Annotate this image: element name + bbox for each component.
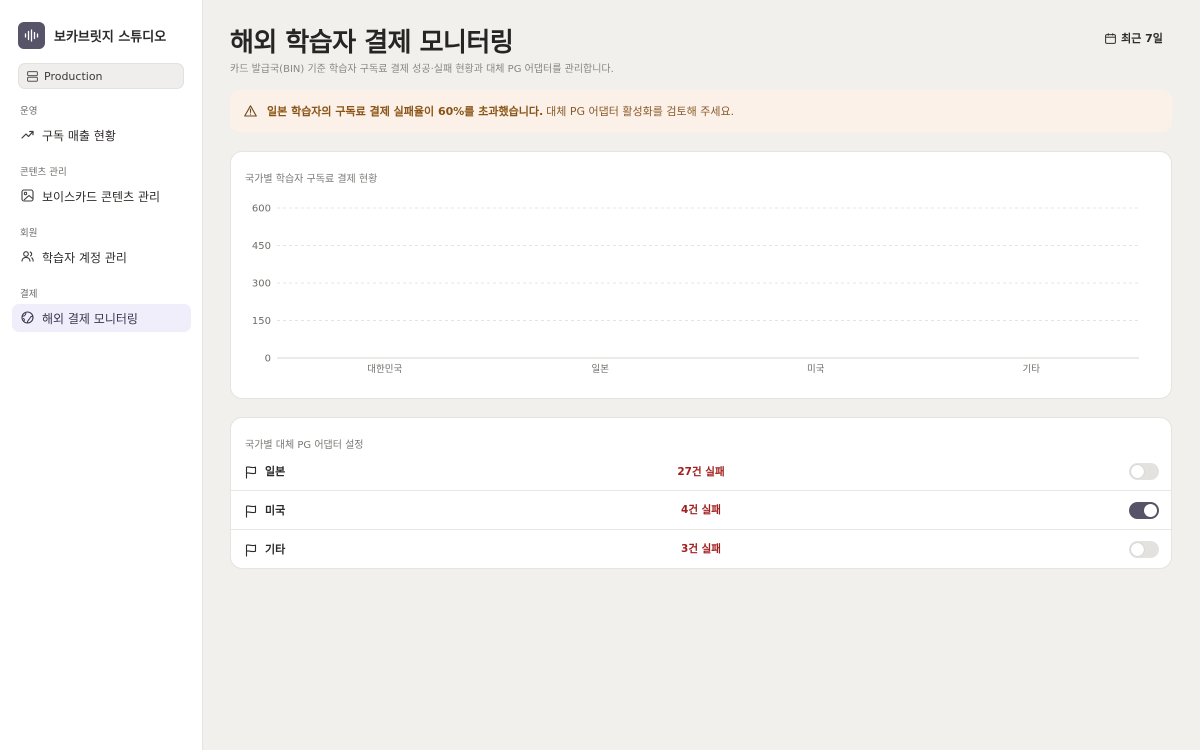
nav-section-payments: 결제 <box>20 289 38 300</box>
toggle-knob <box>1144 503 1157 517</box>
alert-strong-text: 일본 학습자의 구독료 결제 실패율이 60%를 초과했습니다. <box>267 105 544 118</box>
payment-chart-card: 국가별 학습자 구독료 결제 현황 0 150 300 450 600 대한민국 일본 미국 기… <box>230 151 1172 399</box>
nav-item-label: 보이스카드 콘텐츠 관리 <box>42 189 161 204</box>
pg-row-country: 기타 <box>265 542 286 556</box>
warning-icon <box>244 102 257 121</box>
users-icon <box>21 248 34 267</box>
calendar-icon <box>1105 29 1116 48</box>
payment-failure-alert: 일본 학습자의 구독료 결제 실패율이 60%를 초과했습니다. 대체 PG 어… <box>230 90 1172 132</box>
nav-item-label: 해외 결제 모니터링 <box>42 311 138 326</box>
chart-x-tick-label: 미국 <box>807 364 825 375</box>
nav-item-learner-accounts[interactable]: 학습자 계정 관리 <box>12 243 191 271</box>
pg-row-country: 일본 <box>265 465 286 478</box>
nav-section-content: 콘텐츠 관리 <box>20 167 67 178</box>
chart-y-tick-label: 300 <box>252 279 271 290</box>
environment-label: Production <box>44 69 103 83</box>
pg-row-country: 미국 <box>265 503 286 517</box>
page-subtitle: 카드 발급국(BIN) 기준 학습자 구독료 결제 성공·실패 현황과 대체 P… <box>230 64 614 75</box>
pg-row-fail-count: 3건 실패 <box>681 543 721 555</box>
flag-icon <box>245 542 257 561</box>
nav-item-overseas-payment-monitoring[interactable]: 해외 결제 모니터링 <box>12 304 191 332</box>
pg-section-title: 국가별 대체 PG 어댑터 설정 <box>245 440 364 451</box>
pg-row-fail-count: 27건 실패 <box>677 465 725 478</box>
environment-select[interactable]: Production <box>18 63 184 89</box>
payment-status-chart: 0 150 300 450 600 대한민국 일본 미국 기타 <box>252 204 1139 375</box>
pg-row-fail-count: 4건 실패 <box>681 504 721 516</box>
chart-y-tick-label: 450 <box>252 241 271 252</box>
sidebar: 보카브릿지 스튜디오 Production 운영 구독 매출 현황 콘텐츠 관리 <box>0 0 203 750</box>
nav-item-subscription-revenue[interactable]: 구독 매출 현황 <box>12 121 191 149</box>
pg-adapter-card: 국가별 대체 PG 어댑터 설정 일본 27건 실패 미국 4건 실패 기타 3… <box>230 417 1172 569</box>
chart-x-tick-label: 일본 <box>592 364 610 375</box>
chart-y-tick-label: 150 <box>252 316 271 327</box>
nav-item-voicecard-content[interactable]: 보이스카드 콘텐츠 관리 <box>12 182 191 210</box>
nav-item-label: 구독 매출 현황 <box>42 128 116 143</box>
toggle-knob <box>1131 464 1144 478</box>
brand[interactable]: 보카브릿지 스튜디오 <box>18 22 166 49</box>
alert-rest-text: 대체 PG 어댑터 활성화를 검토해 주세요. <box>546 105 735 118</box>
page-title: 해외 학습자 결제 모니터링 <box>230 28 514 58</box>
pg-adapter-toggle-other[interactable] <box>1129 540 1159 558</box>
brand-name: 보카브릿지 스튜디오 <box>54 30 167 45</box>
toggle-knob <box>1131 542 1144 556</box>
waveform-icon <box>18 22 45 49</box>
globe-icon <box>21 309 34 328</box>
flag-icon <box>245 464 257 483</box>
date-range-button[interactable]: 최근 7일 <box>1098 26 1170 50</box>
nav-item-label: 학습자 계정 관리 <box>42 250 127 265</box>
chart-y-tick-label: 0 <box>265 354 271 365</box>
image-card-icon <box>21 187 34 206</box>
flag-icon <box>245 503 257 522</box>
date-range-label: 최근 7일 <box>1121 32 1163 45</box>
nav-section-operations: 운영 <box>20 106 38 117</box>
pg-row-usa: 미국 4건 실패 <box>231 490 1171 528</box>
nav-section-members: 회원 <box>20 228 38 239</box>
trending-up-icon <box>21 126 34 145</box>
chart-x-tick-label: 대한민국 <box>367 364 402 375</box>
pg-adapter-toggle-japan[interactable] <box>1129 462 1159 480</box>
chart-y-tick-label: 600 <box>252 204 271 215</box>
pg-row-japan: 일본 27건 실패 <box>231 452 1171 490</box>
chart-x-tick-label: 기타 <box>1023 364 1041 375</box>
server-icon <box>27 67 38 86</box>
pg-adapter-toggle-usa[interactable] <box>1129 501 1159 519</box>
pg-row-other: 기타 3건 실패 <box>231 529 1171 567</box>
